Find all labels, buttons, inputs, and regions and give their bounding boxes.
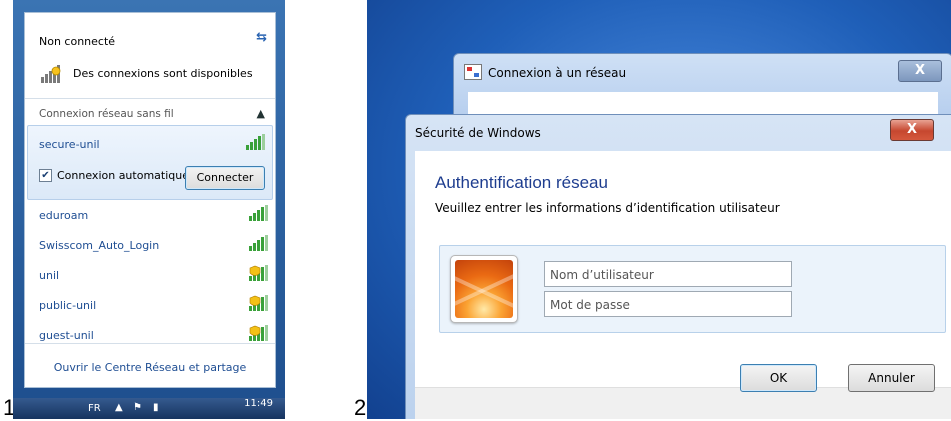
dialog-heading: Authentification réseau [435,173,608,192]
clock[interactable]: 11:49 [244,398,273,409]
connect-button[interactable]: Connecter [185,166,265,190]
chevron-up-icon[interactable]: ▲ [257,107,265,120]
network-tray-icon[interactable]: ▮ [153,402,159,413]
credential-dialog-panel: Connexion à un réseau X Sécurité de Wind… [367,0,951,419]
dialog-instruction: Veuillez entrer les informations d’ident… [435,201,780,215]
close-button[interactable]: X [890,119,934,141]
signal-strength-icon [246,134,265,150]
network-item-selected[interactable]: secure-unil ✔ Connexion automatique Conn… [27,125,273,200]
taskbar: FR ▲ ⚑ ▮ 11:49 [13,398,285,419]
secured-signal-icon [249,295,268,311]
network-item[interactable]: unil [39,265,271,287]
connection-status: Non connecté [39,35,116,48]
divider [25,343,275,344]
user-avatar [450,255,518,323]
flag-icon[interactable]: ⚑ [133,402,142,413]
network-name: eduroam [39,209,89,222]
signal-strength-icon [249,205,268,221]
networks-available-text: Des connexions sont disponibles [73,67,253,80]
username-field[interactable]: Nom d’utilisateur [544,261,792,287]
language-indicator[interactable]: FR [88,403,101,414]
figure-label-2: 2 [354,395,367,420]
auto-connect-option[interactable]: ✔ Connexion automatique [39,169,189,182]
auto-connect-label: Connexion automatique [57,169,189,182]
network-item[interactable]: Swisscom_Auto_Login [39,235,271,257]
refresh-arrows-icon[interactable]: ⇆ [256,30,267,45]
network-item[interactable]: eduroam [39,205,271,227]
network-name: unil [39,269,60,282]
wireless-section-title: Connexion réseau sans fil [39,108,174,120]
network-name: secure-unil [39,138,100,151]
network-item[interactable]: public-unil [39,295,271,317]
flower-picture-icon [455,260,513,318]
network-name: Swisscom_Auto_Login [39,239,160,252]
auto-connect-checkbox[interactable]: ✔ [39,169,52,182]
window-title: Connexion à un réseau [488,66,627,80]
network-window-icon [464,64,482,80]
network-center-link[interactable]: Ouvrir le Centre Réseau et partage [25,361,275,374]
secured-signal-icon [249,265,268,281]
wifi-flyout-panel: Non connecté ⇆ Des connexions sont dispo… [13,0,285,419]
windows-security-dialog: Sécurité de Windows X Authentification r… [405,114,951,419]
divider [25,98,275,99]
credential-tile: Nom d’utilisateur Mot de passe [439,245,946,333]
password-field[interactable]: Mot de passe [544,291,792,317]
network-name: guest-unil [39,329,94,342]
ok-button[interactable]: OK [740,364,817,392]
signal-strength-icon [249,235,268,251]
networks-available-icon [41,65,61,83]
secured-signal-icon [249,325,268,341]
dialog-title: Sécurité de Windows [415,126,541,140]
network-name: public-unil [39,299,97,312]
cancel-button[interactable]: Annuler [848,364,935,392]
show-hidden-icons-icon[interactable]: ▲ [115,402,123,413]
wifi-flyout: Non connecté ⇆ Des connexions sont dispo… [24,12,276,388]
close-button[interactable]: X [898,60,942,82]
